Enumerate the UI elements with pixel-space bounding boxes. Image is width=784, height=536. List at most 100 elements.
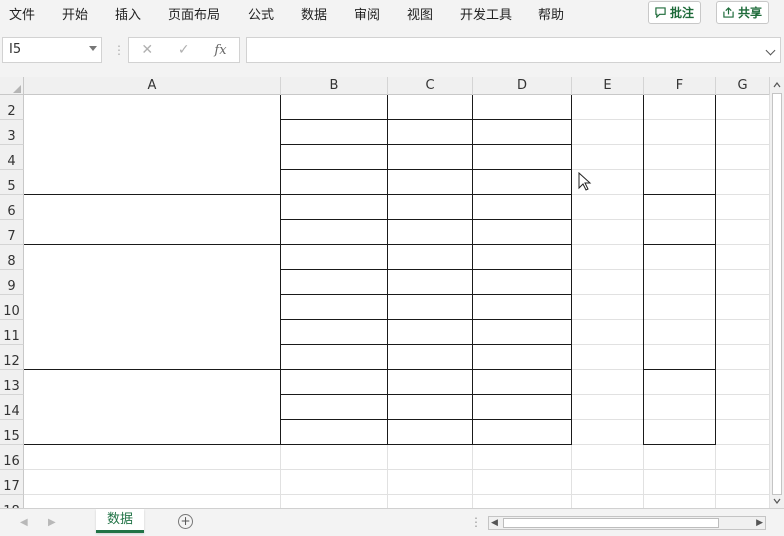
row-header-12[interactable]: 12 [0,345,24,370]
scroll-right-icon[interactable]: ▶ [756,517,763,529]
row-header-8[interactable]: 8 [0,245,24,270]
menu-view[interactable]: 视图 [407,4,433,23]
column-header-c[interactable]: C [388,77,473,95]
score-cell[interactable] [473,395,571,419]
row-header-3[interactable]: 3 [0,120,24,145]
column-header-a[interactable]: A [24,77,281,95]
menu-data[interactable]: 数据 [301,4,327,23]
scroll-up-icon[interactable] [772,80,782,90]
gender-cell[interactable] [388,420,472,444]
department-cell[interactable] [24,371,280,445]
employee-name-cell[interactable] [281,220,387,244]
row-header-14[interactable]: 14 [0,395,24,420]
expand-formula-icon[interactable] [765,45,776,56]
menu-page-layout[interactable]: 页面布局 [168,4,220,23]
menu-home[interactable]: 开始 [62,4,88,23]
column-header-d[interactable]: D [473,77,572,95]
employee-name-cell[interactable] [281,170,387,194]
previous-sheet-icon[interactable]: ◀ [20,517,28,528]
score-cell[interactable] [473,320,571,344]
gender-cell[interactable] [388,295,472,319]
insert-function-icon[interactable]: fx [214,43,226,58]
row-header-15[interactable]: 15 [0,420,24,445]
select-all-corner[interactable] [0,77,24,95]
score-cell[interactable] [473,145,571,169]
scroll-down-icon[interactable] [772,496,782,506]
column-header-b[interactable]: B [281,77,388,95]
menu-insert[interactable]: 插入 [115,4,141,23]
formula-input[interactable] [246,37,781,63]
column-header-g[interactable]: G [716,77,770,95]
employee-name-cell[interactable] [281,95,387,119]
next-sheet-icon[interactable]: ▶ [48,517,56,528]
add-sheet-icon[interactable]: + [178,514,193,529]
score-cell[interactable] [473,120,571,144]
gender-cell[interactable] [388,170,472,194]
gender-cell[interactable] [388,270,472,294]
vertical-scrollbar[interactable] [770,77,784,508]
score-cell[interactable] [473,245,571,269]
row-header-9[interactable]: 9 [0,270,24,295]
row-header-16[interactable]: 16 [0,445,24,470]
score-cell[interactable] [473,95,571,119]
gender-cell[interactable] [388,345,472,369]
employee-name-cell[interactable] [281,195,387,219]
cancel-icon[interactable]: ✕ [141,42,153,58]
score-cell[interactable] [473,195,571,219]
employee-name-cell[interactable] [281,270,387,294]
gender-cell[interactable] [388,145,472,169]
employee-name-cell[interactable] [281,420,387,444]
row-header-5[interactable]: 5 [0,170,24,195]
score-cell[interactable] [473,420,571,444]
gender-cell[interactable] [388,120,472,144]
employee-name-cell[interactable] [281,295,387,319]
comments-button[interactable]: 批注 [648,1,702,24]
spreadsheet-grid[interactable]: ABCDEFG 23456789101112131415161718 [0,77,770,508]
column-header-e[interactable]: E [572,77,644,95]
gender-cell[interactable] [388,370,472,394]
row-header-13[interactable]: 13 [0,370,24,395]
employee-name-cell[interactable] [281,345,387,369]
gender-cell[interactable] [388,320,472,344]
employee-name-cell[interactable] [281,395,387,419]
menu-help[interactable]: 帮助 [538,4,564,23]
employee-name-cell[interactable] [281,120,387,144]
horizontal-scroll-thumb[interactable] [503,518,719,528]
check-icon[interactable]: ✓ [178,42,190,58]
menu-review[interactable]: 审阅 [354,4,380,23]
department-cell[interactable] [24,196,280,245]
menu-developer[interactable]: 开发工具 [460,4,512,23]
vertical-scroll-thumb[interactable] [772,93,782,495]
department-cell[interactable] [24,246,280,370]
score-cell[interactable] [473,270,571,294]
column-header-f[interactable]: F [644,77,716,95]
row-header-2[interactable]: 2 [0,95,24,120]
gender-cell[interactable] [388,245,472,269]
employee-name-cell[interactable] [281,370,387,394]
department-cell[interactable] [24,96,280,195]
employee-name-cell[interactable] [281,320,387,344]
score-cell[interactable] [473,170,571,194]
employee-name-cell[interactable] [281,145,387,169]
row-header-10[interactable]: 10 [0,295,24,320]
sheet-tab-data[interactable]: 数据 [96,509,144,533]
employee-name-cell[interactable] [281,245,387,269]
row-header-6[interactable]: 6 [0,195,24,220]
row-header-4[interactable]: 4 [0,145,24,170]
menu-file[interactable]: 文件 [9,4,35,23]
name-box[interactable]: I5 [2,37,102,63]
share-button[interactable]: 共享 [716,1,770,24]
menu-formulas[interactable]: 公式 [248,4,274,23]
scroll-left-icon[interactable]: ◀ [491,517,498,529]
gender-cell[interactable] [388,95,472,119]
row-header-7[interactable]: 7 [0,220,24,245]
row-header-18[interactable]: 18 [0,495,24,508]
gender-cell[interactable] [388,195,472,219]
score-cell[interactable] [473,220,571,244]
score-cell[interactable] [473,295,571,319]
gender-cell[interactable] [388,395,472,419]
gender-cell[interactable] [388,220,472,244]
score-cell[interactable] [473,370,571,394]
tab-splitter-icon[interactable]: ⋮ [470,515,482,529]
chevron-down-icon[interactable] [89,46,97,51]
